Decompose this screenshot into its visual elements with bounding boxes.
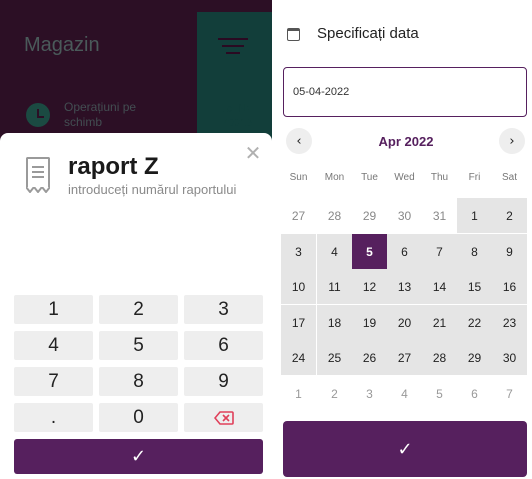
calendar-day[interactable]: 19 <box>352 305 387 340</box>
key-7[interactable]: 7 <box>14 367 93 396</box>
calendar-day[interactable]: 25 <box>317 340 352 375</box>
key-6[interactable]: 6 <box>184 331 263 360</box>
close-icon[interactable]: ✕ <box>244 143 262 163</box>
license-label: Lic. № : 70013 <box>217 103 257 129</box>
backspace-button[interactable] <box>184 403 263 432</box>
calendar-day[interactable]: 27 <box>387 340 422 375</box>
calendar-day[interactable]: 22 <box>457 305 492 340</box>
chevron-right-icon: › <box>509 133 515 149</box>
calendar-day[interactable]: 16 <box>492 269 527 304</box>
calendar-day-outside: 5 <box>436 386 443 401</box>
calendar-day[interactable]: 10 <box>281 269 316 304</box>
weekday-label: Thu <box>430 172 449 183</box>
confirm-button[interactable]: ✓ <box>14 439 263 474</box>
weekday-label: Mon <box>324 172 345 183</box>
calendar-day-outside: 27 <box>291 208 306 223</box>
calendar-day[interactable]: 20 <box>387 305 422 340</box>
operations-label: Operațiuni pe schimb <box>64 100 137 129</box>
key-0[interactable]: 0 <box>99 403 178 432</box>
calendar-day[interactable]: 2 <box>492 198 527 233</box>
key-decimal[interactable]: . <box>14 403 93 432</box>
confirm-date-button[interactable]: ✓ <box>283 421 527 477</box>
calendar-day[interactable]: 14 <box>422 269 457 304</box>
next-month-button[interactable]: › <box>499 128 525 154</box>
calendar-day-outside: 2 <box>331 386 338 401</box>
calendar-day-outside: 1 <box>295 386 302 401</box>
dialog-subtitle: introduceți numărul raportului <box>68 182 237 197</box>
weekday-label: Tue <box>361 172 378 183</box>
clock-icon <box>26 103 50 127</box>
calendar-day[interactable]: 9 <box>492 234 527 269</box>
dialog-title: raport Z <box>68 153 159 180</box>
weekday-label: Fri <box>468 172 481 183</box>
calendar-day[interactable]: 7 <box>422 234 457 269</box>
calendar-day-outside: 6 <box>471 386 478 401</box>
calendar-day[interactable]: 6 <box>387 234 422 269</box>
calendar-day-outside: 31 <box>432 208 447 223</box>
calendar-day-outside: 28 <box>327 208 342 223</box>
key-4[interactable]: 4 <box>14 331 93 360</box>
key-2[interactable]: 2 <box>99 295 178 324</box>
check-icon: ✓ <box>397 438 413 460</box>
calendar-day[interactable]: 17 <box>281 305 316 340</box>
calendar-day[interactable]: 24 <box>281 340 316 375</box>
calendar-day-outside: 7 <box>506 386 513 401</box>
calendar-day[interactable]: 18 <box>317 305 352 340</box>
report-dialog: ✕ raport Z introduceți numărul raportulu… <box>0 133 272 479</box>
check-icon: ✓ <box>130 446 147 467</box>
calendar-day[interactable]: 23 <box>492 305 527 340</box>
left-panel: Magazin Operațiuni pe schimb Lic. № : 70… <box>0 0 272 479</box>
calendar-day[interactable]: 30 <box>492 340 527 375</box>
menu-icon <box>218 38 248 59</box>
calendar-day-outside: 3 <box>366 386 373 401</box>
calendar-day[interactable]: 29 <box>457 340 492 375</box>
weekday-label: Sat <box>501 172 517 183</box>
background-title: Magazin <box>24 34 100 56</box>
calendar-day[interactable]: 28 <box>422 340 457 375</box>
month-label: Apr 2022 <box>378 134 434 149</box>
date-input[interactable]: 05-04-2022 <box>283 67 527 117</box>
backspace-icon <box>213 410 234 425</box>
calendar-day-selected[interactable]: 5 <box>352 234 387 269</box>
calendar-day-outside: 29 <box>362 208 377 223</box>
panel-divider <box>272 0 280 479</box>
calendar-day-outside: 4 <box>401 386 408 401</box>
receipt-icon <box>26 157 50 193</box>
key-3[interactable]: 3 <box>184 295 263 324</box>
calendar-day[interactable]: 1 <box>457 198 492 233</box>
weekday-label: Sun <box>289 172 308 183</box>
calendar-icon <box>287 28 300 41</box>
calendar-day[interactable]: 13 <box>387 269 422 304</box>
calendar-day[interactable]: 12 <box>352 269 387 304</box>
calendar-day[interactable]: 8 <box>457 234 492 269</box>
calendar-day[interactable]: 4 <box>317 234 352 269</box>
calendar-day[interactable]: 26 <box>352 340 387 375</box>
key-1[interactable]: 1 <box>14 295 93 324</box>
calendar-day[interactable]: 3 <box>281 234 316 269</box>
calendar-day-outside: 30 <box>397 208 412 223</box>
key-5[interactable]: 5 <box>99 331 178 360</box>
date-picker-title: Specificați data <box>317 25 419 42</box>
weekday-label: Wed <box>394 172 415 183</box>
calendar-day[interactable]: 11 <box>317 269 352 304</box>
calendar-day[interactable]: 15 <box>457 269 492 304</box>
date-picker-panel: Specificați data 05-04-2022 ‹ Apr 2022 ›… <box>280 0 532 479</box>
key-9[interactable]: 9 <box>184 367 263 396</box>
calendar-day[interactable]: 21 <box>422 305 457 340</box>
key-8[interactable]: 8 <box>99 367 178 396</box>
